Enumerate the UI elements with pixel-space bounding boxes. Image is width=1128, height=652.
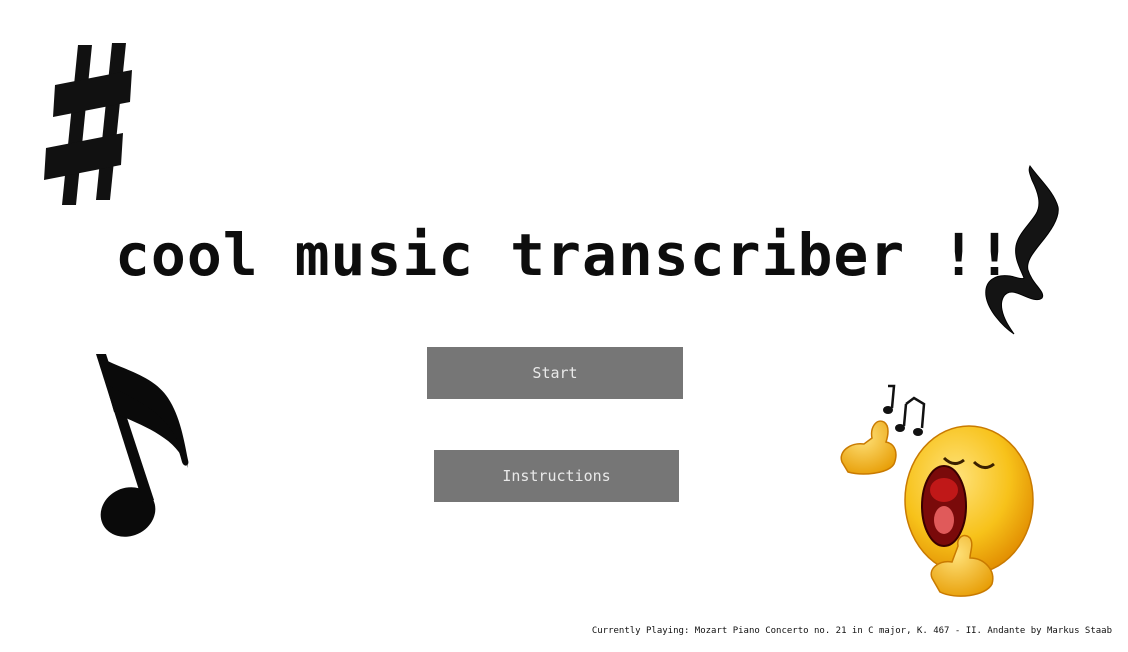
- start-button[interactable]: Start: [427, 347, 683, 399]
- now-playing-text: Currently Playing: Mozart Piano Concerto…: [591, 626, 1112, 636]
- sharp-icon: [44, 43, 132, 205]
- eighth-note-icon: [96, 354, 189, 537]
- app-title: cool music transcriber !!: [115, 221, 1013, 289]
- singing-emoji-icon: [840, 384, 1034, 597]
- instructions-button[interactable]: Instructions: [434, 450, 679, 502]
